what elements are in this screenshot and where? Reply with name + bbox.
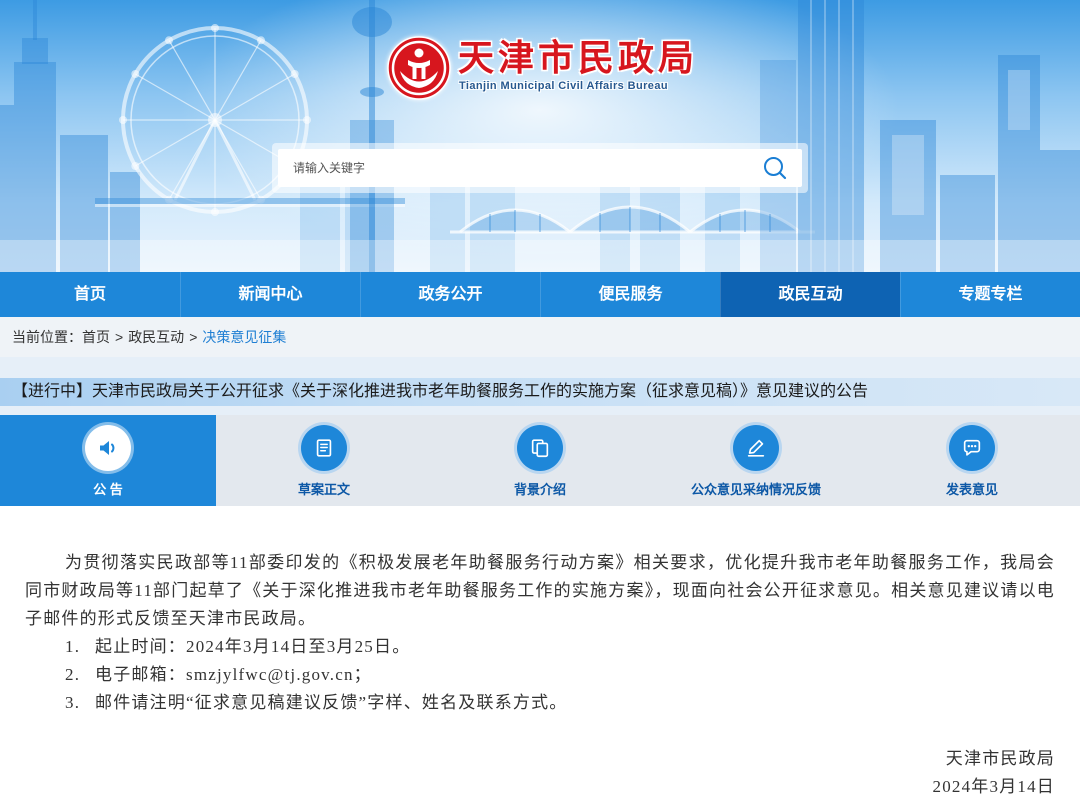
breadcrumb: 当前位置：首页 > 政民互动 > 决策意见征集 xyxy=(0,317,1080,357)
list-item-number: 3. xyxy=(65,693,81,712)
copy-icon xyxy=(517,425,563,471)
civil-affairs-emblem-icon[interactable] xyxy=(387,36,451,100)
header-banner: 天津市民政局 Tianjin Municipal Civil Affairs B… xyxy=(0,0,1080,272)
list-item: 3. 邮件请注明“征求意见稿建议反馈”字样、姓名及联系方式。 xyxy=(25,689,1055,717)
chat-icon xyxy=(949,425,995,471)
nav-item-interaction[interactable]: 政民互动 xyxy=(720,272,900,317)
list-item: 2. 电子邮箱：smzjylfwc@tj.gov.cn； xyxy=(25,661,1055,689)
nav-item-topics[interactable]: 专题专栏 xyxy=(900,272,1080,317)
breadcrumb-prefix: 当前位置： xyxy=(12,329,82,345)
document-icon xyxy=(301,425,347,471)
search-icon[interactable] xyxy=(762,155,788,181)
list-item-text: 邮件请注明“征求意见稿建议反馈”字样、姓名及联系方式。 xyxy=(95,693,568,712)
nav-item-home[interactable]: 首页 xyxy=(0,272,180,317)
breadcrumb-separator: > xyxy=(189,329,198,345)
main-nav: 首页 新闻中心 政务公开 便民服务 政民互动 专题专栏 xyxy=(0,272,1080,317)
notice-paragraph: 为贯彻落实民政部等11部委印发的《积极发展老年助餐服务行动方案》相关要求，优化提… xyxy=(25,553,1055,628)
tab-label-submit-opinion: 发表意见 xyxy=(945,482,998,497)
pen-icon xyxy=(733,425,779,471)
speaker-icon xyxy=(85,425,131,471)
nav-item-news[interactable]: 新闻中心 xyxy=(180,272,360,317)
notice-content: 为贯彻落实民政部等11部委印发的《积极发展老年助餐服务行动方案》相关要求，优化提… xyxy=(0,506,1080,803)
search-bar xyxy=(272,143,808,193)
notice-title: 天津市民政局关于公开征求《关于深化推进我市老年助餐服务工作的实施方案（征求意见稿… xyxy=(92,383,869,400)
notice-tabs: 公 告 草案正文 背景介绍 公众意见采纳情况反馈 发表意见 xyxy=(0,415,1080,506)
nav-item-government-affairs[interactable]: 政务公开 xyxy=(360,272,540,317)
nav-item-services[interactable]: 便民服务 xyxy=(540,272,720,317)
site-subtitle: Tianjin Municipal Civil Affairs Bureau xyxy=(459,80,668,92)
signature-block: 天津市民政局 2024年3月14日 xyxy=(25,745,1055,801)
list-item-number: 2. xyxy=(65,665,81,684)
site-title: 天津市民政局 xyxy=(458,37,699,78)
notice-status-badge: 【进行中】 xyxy=(12,383,93,400)
tab-feedback[interactable]: 公众意见采纳情况反馈 xyxy=(648,415,864,506)
tab-announcement[interactable]: 公 告 xyxy=(0,415,216,506)
list-item-number: 1. xyxy=(65,637,81,656)
tab-submit-opinion[interactable]: 发表意见 xyxy=(864,415,1080,506)
signature-date: 2024年3月14日 xyxy=(932,777,1055,796)
breadcrumb-link-interaction[interactable]: 政民互动 xyxy=(128,329,184,345)
tab-label-background: 背景介绍 xyxy=(513,482,566,497)
list-item-text: 电子邮箱：smzjylfwc@tj.gov.cn； xyxy=(95,665,372,684)
breadcrumb-link-home[interactable]: 首页 xyxy=(82,329,110,345)
page: 天津市民政局 Tianjin Municipal Civil Affairs B… xyxy=(0,0,1080,803)
breadcrumb-current[interactable]: 决策意见征集 xyxy=(202,329,286,345)
tab-label-feedback: 公众意见采纳情况反馈 xyxy=(690,482,821,497)
tab-background[interactable]: 背景介绍 xyxy=(432,415,648,506)
notice-title-bar: 【进行中】天津市民政局关于公开征求《关于深化推进我市老年助餐服务工作的实施方案（… xyxy=(0,378,1080,406)
list-item: 1. 起止时间：2024年3月14日至3月25日。 xyxy=(25,633,1055,661)
list-item-text: 起止时间：2024年3月14日至3月25日。 xyxy=(95,637,411,656)
search-input[interactable] xyxy=(278,149,802,187)
tab-label-announcement: 公 告 xyxy=(93,482,123,497)
tab-draft-text[interactable]: 草案正文 xyxy=(216,415,432,506)
breadcrumb-separator: > xyxy=(115,329,124,345)
signature-org: 天津市民政局 xyxy=(945,749,1055,768)
tab-label-draft-text: 草案正文 xyxy=(297,482,350,497)
